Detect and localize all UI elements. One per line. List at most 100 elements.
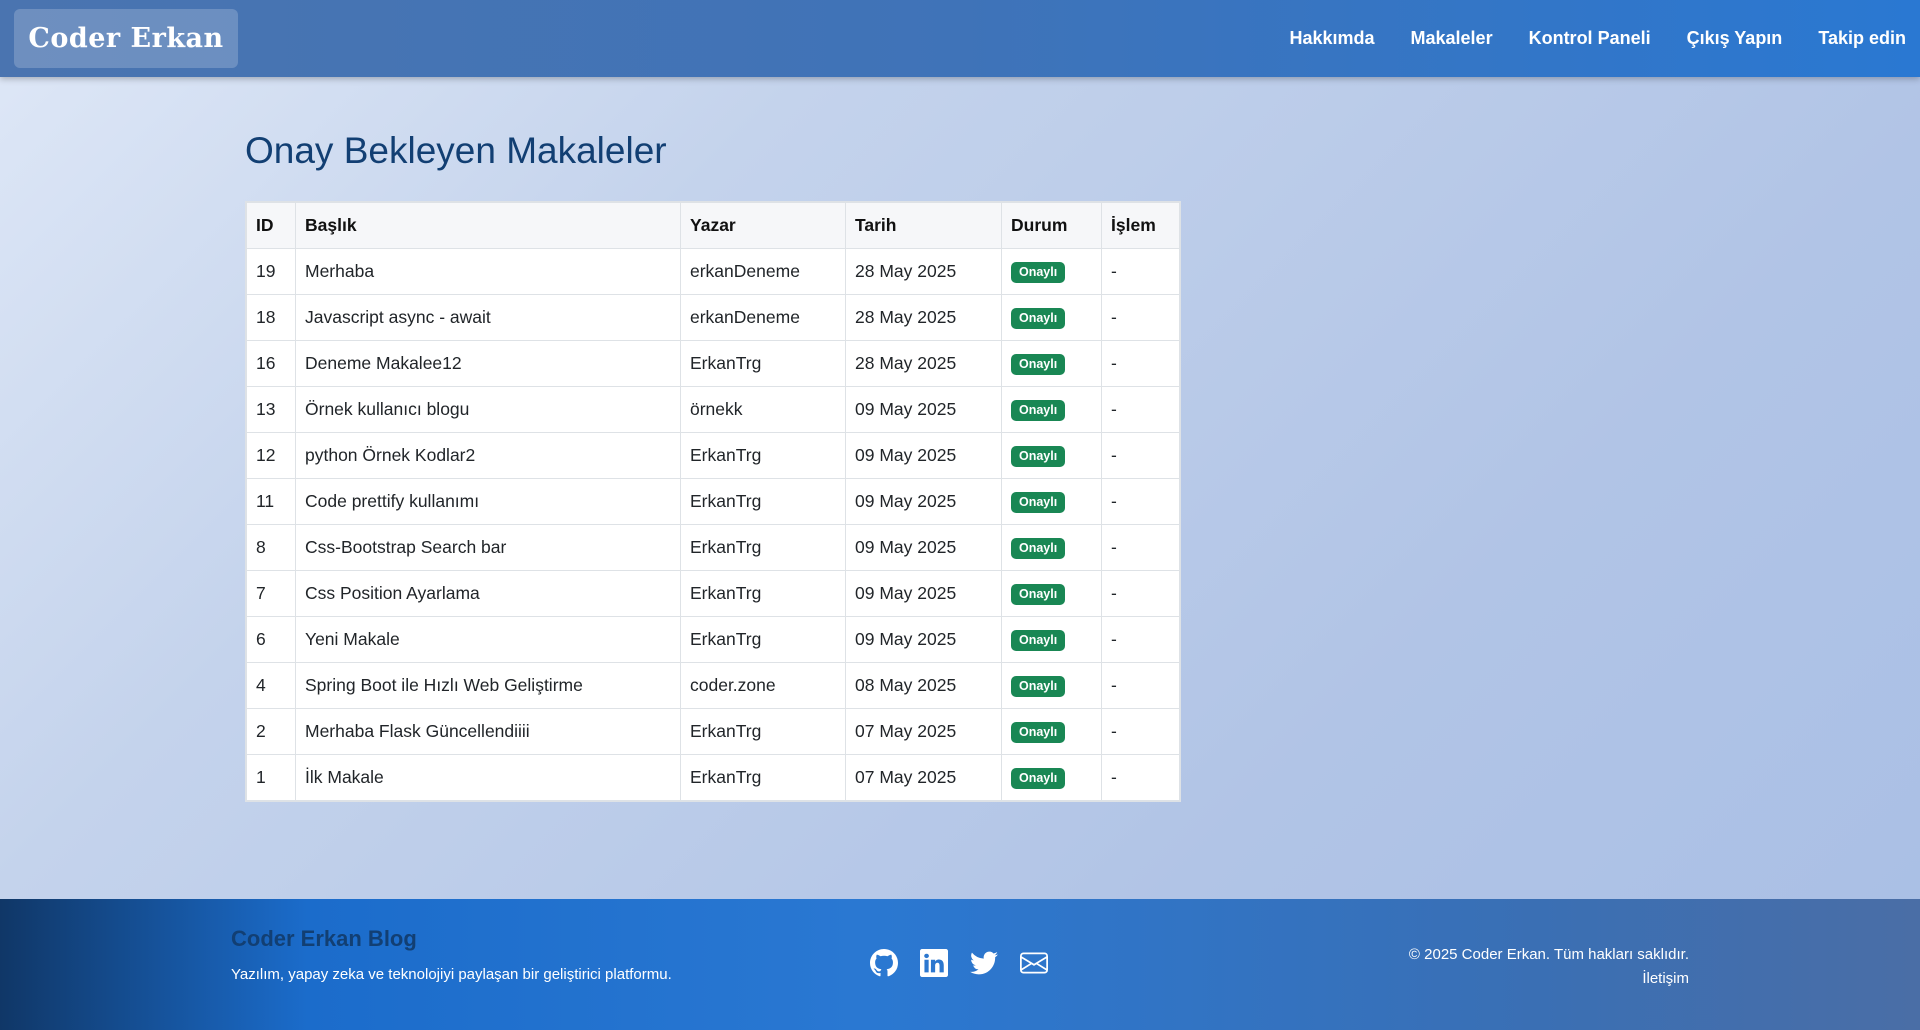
column-header-status: Durum: [1001, 202, 1102, 249]
cell-author: ErkanTrg: [680, 478, 846, 525]
cell-action: -: [1101, 754, 1180, 801]
cell-date: 09 May 2025: [845, 524, 1002, 571]
status-badge: Onaylı: [1011, 492, 1066, 513]
table-row: 11 Code prettify kullanımı ErkanTrg 09 May …: [246, 478, 1180, 525]
status-badge: Onaylı: [1011, 308, 1066, 329]
cell-title: İlk Makale: [295, 754, 681, 801]
cell-title: Yeni Makale: [295, 616, 681, 663]
copyright-block: © 2025 Coder Erkan. Tüm hakları saklıdır…: [1409, 943, 1689, 991]
cell-id: 19: [246, 248, 296, 295]
github-icon[interactable]: [870, 949, 898, 977]
cell-action: -: [1101, 524, 1180, 571]
contact-link[interactable]: İletişim: [1642, 970, 1689, 987]
cell-action: -: [1101, 708, 1180, 755]
table-row: 16 Deneme Makalee12 ErkanTrg 28 May 2025 Ona…: [246, 340, 1180, 387]
status-badge: Onaylı: [1011, 400, 1066, 421]
status-badge: Onaylı: [1011, 584, 1066, 605]
status-badge: Onaylı: [1011, 262, 1066, 283]
cell-action: -: [1101, 294, 1180, 341]
column-header-title: Başlık: [295, 202, 681, 249]
table-row: 18 Javascript async - await erkanDeneme 28 …: [246, 294, 1180, 341]
cell-title: Merhaba: [295, 248, 681, 295]
cell-action: -: [1101, 570, 1180, 617]
cell-date: 09 May 2025: [845, 616, 1002, 663]
cell-author: ErkanTrg: [680, 432, 846, 479]
cell-status: Onaylı: [1001, 616, 1102, 663]
table-header-row: ID Başlık Yazar Tarih Durum İşlem: [246, 202, 1180, 249]
nav-links: Hakkımda Makaleler Kontrol Paneli Çıkış …: [1253, 0, 1906, 77]
brand-logo[interactable]: Coder Erkan: [14, 9, 238, 68]
cell-title: Deneme Makalee12: [295, 340, 681, 387]
cell-date: 09 May 2025: [845, 386, 1002, 433]
table-row: 4 Spring Boot ile Hızlı Web Geliştirme cod…: [246, 662, 1180, 709]
cell-title: Spring Boot ile Hızlı Web Geliştirme: [295, 662, 681, 709]
cell-id: 16: [246, 340, 296, 387]
navbar: Coder Erkan Hakkımda Makaleler Kontrol P…: [0, 0, 1920, 77]
table-row: 12 python Örnek Kodlar2 ErkanTrg 09 May 202…: [246, 432, 1180, 479]
cell-status: Onaylı: [1001, 570, 1102, 617]
mail-icon[interactable]: [1020, 949, 1048, 977]
cell-author: ErkanTrg: [680, 340, 846, 387]
cell-status: Onaylı: [1001, 524, 1102, 571]
nav-link-makaleler[interactable]: Makaleler: [1411, 28, 1493, 49]
column-header-date: Tarih: [845, 202, 1002, 249]
status-badge: Onaylı: [1011, 676, 1066, 697]
cell-id: 12: [246, 432, 296, 479]
cell-status: Onaylı: [1001, 386, 1102, 433]
cell-id: 13: [246, 386, 296, 433]
cell-author: ErkanTrg: [680, 754, 846, 801]
cell-author: ErkanTrg: [680, 524, 846, 571]
status-badge: Onaylı: [1011, 722, 1066, 743]
status-badge: Onaylı: [1011, 538, 1066, 559]
cell-author: ErkanTrg: [680, 570, 846, 617]
linkedin-icon[interactable]: [920, 949, 948, 977]
cell-date: 09 May 2025: [845, 570, 1002, 617]
cell-author: erkanDeneme: [680, 294, 846, 341]
table-row: 13 Örnek kullanıcı blogu örnekk 09 May 2025…: [246, 386, 1180, 433]
cell-date: 09 May 2025: [845, 478, 1002, 525]
cell-action: -: [1101, 616, 1180, 663]
cell-status: Onaylı: [1001, 708, 1102, 755]
footer-brand: Coder Erkan Blog: [231, 926, 417, 951]
cell-date: 09 May 2025: [845, 432, 1002, 479]
cell-title: Javascript async - await: [295, 294, 681, 341]
cell-date: 07 May 2025: [845, 708, 1002, 755]
cell-action: -: [1101, 248, 1180, 295]
nav-link-takip-edin[interactable]: Takip edin: [1818, 28, 1906, 49]
cell-date: 28 May 2025: [845, 340, 1002, 387]
cell-title: Css-Bootstrap Search bar: [295, 524, 681, 571]
cell-status: Onaylı: [1001, 754, 1102, 801]
cell-author: ErkanTrg: [680, 616, 846, 663]
status-badge: Onaylı: [1011, 630, 1066, 651]
cell-status: Onaylı: [1001, 294, 1102, 341]
column-header-action: İşlem: [1101, 202, 1180, 249]
nav-link-kontrol-paneli[interactable]: Kontrol Paneli: [1529, 28, 1651, 49]
nav-link-hakkimda[interactable]: Hakkımda: [1289, 28, 1374, 49]
table-row: 19 Merhaba erkanDeneme 28 May 2025 Onaylı -: [246, 248, 1180, 295]
twitter-icon[interactable]: [970, 949, 998, 977]
cell-id: 11: [246, 478, 296, 525]
cell-id: 2: [246, 708, 296, 755]
cell-date: 07 May 2025: [845, 754, 1002, 801]
footer: Coder Erkan Blog Yazılım, yapay zeka ve …: [0, 899, 1920, 1030]
cell-author: ErkanTrg: [680, 708, 846, 755]
table-row: 6 Yeni Makale ErkanTrg 09 May 2025 Onaylı -: [246, 616, 1180, 663]
cell-status: Onaylı: [1001, 248, 1102, 295]
cell-date: 28 May 2025: [845, 294, 1002, 341]
cell-author: coder.zone: [680, 662, 846, 709]
cell-title: Örnek kullanıcı blogu: [295, 386, 681, 433]
table-body: 19 Merhaba erkanDeneme 28 May 2025 Onaylı -18…: [246, 248, 1180, 801]
cell-id: 8: [246, 524, 296, 571]
cell-id: 7: [246, 570, 296, 617]
cell-status: Onaylı: [1001, 340, 1102, 387]
social-links: [870, 949, 1070, 977]
cell-id: 6: [246, 616, 296, 663]
table-row: 7 Css Position Ayarlama ErkanTrg 09 May 202…: [246, 570, 1180, 617]
cell-title: Code prettify kullanımı: [295, 478, 681, 525]
cell-date: 08 May 2025: [845, 662, 1002, 709]
cell-action: -: [1101, 386, 1180, 433]
cell-action: -: [1101, 340, 1180, 387]
cell-id: 18: [246, 294, 296, 341]
nav-link-cikis-yapin[interactable]: Çıkış Yapın: [1687, 28, 1783, 49]
cell-title: Css Position Ayarlama: [295, 570, 681, 617]
